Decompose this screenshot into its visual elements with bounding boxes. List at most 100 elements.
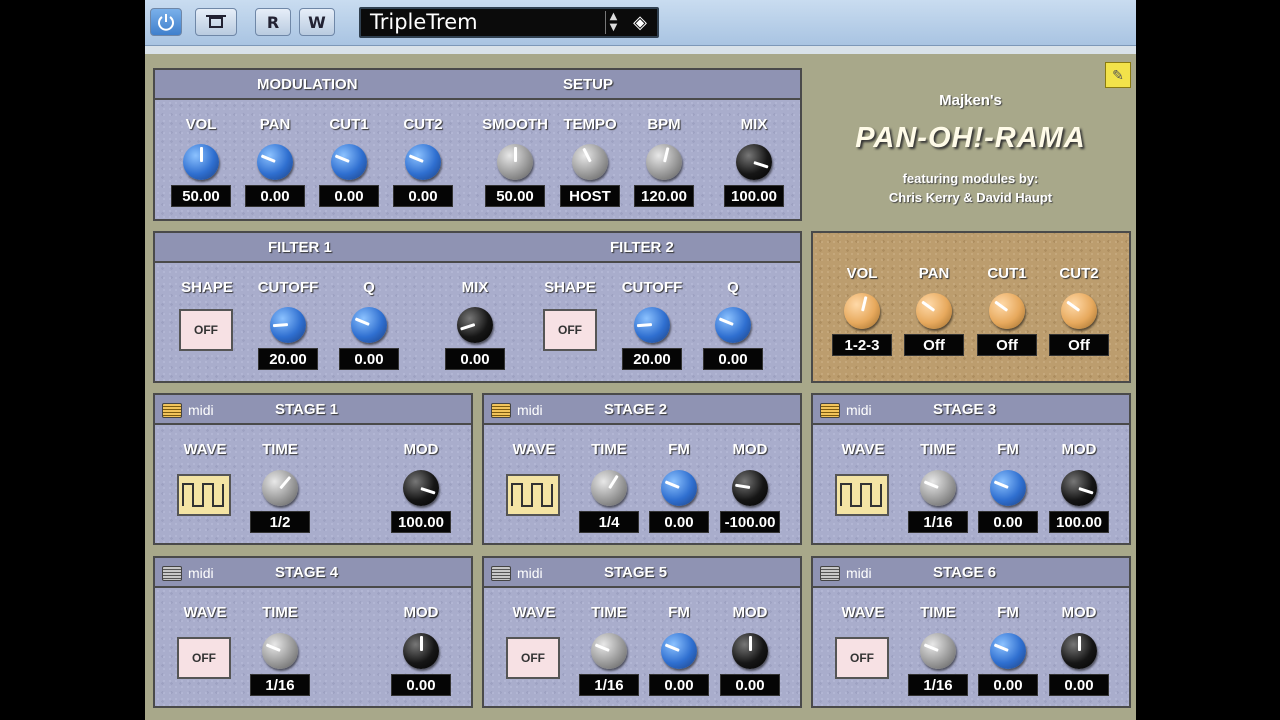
preset-menu-icon[interactable]: ◈ bbox=[629, 12, 651, 34]
stage-4-mod-knob[interactable] bbox=[403, 633, 439, 669]
stage-2-mod-knob[interactable] bbox=[732, 470, 768, 506]
mod-value-bpm-6: 120.00 bbox=[634, 185, 694, 207]
stage-3-fm-knob[interactable] bbox=[990, 470, 1026, 506]
power-button[interactable] bbox=[150, 8, 182, 36]
stage-2-time-knob[interactable] bbox=[591, 470, 627, 506]
stage-6-wave-button[interactable]: OFF bbox=[835, 637, 889, 679]
stage-6-mod-knob[interactable] bbox=[1061, 633, 1097, 669]
stage-3-time-value: 1/16 bbox=[908, 511, 968, 533]
stage-5-midi-toggle[interactable]: midi bbox=[491, 563, 543, 583]
mod-knob-vol-0-knob[interactable] bbox=[183, 144, 219, 180]
filter-value-cutoff-0: 20.00 bbox=[258, 348, 318, 370]
mod-knob-mix-7-knob[interactable] bbox=[736, 144, 772, 180]
mod-knob-smooth-4-knob[interactable] bbox=[497, 144, 533, 180]
bypass-button[interactable] bbox=[195, 8, 237, 36]
stage-6-fm-knob[interactable] bbox=[990, 633, 1026, 669]
brand-title: PAN-OH!-RAMA bbox=[855, 122, 1086, 154]
stage-3-time-knob[interactable] bbox=[920, 470, 956, 506]
stage-4-header: midi STAGE 4 bbox=[155, 558, 471, 588]
brand-credits: Chris Kerry & David Haupt bbox=[888, 190, 1053, 205]
mod-knob-bpm-6-indicator bbox=[663, 147, 669, 163]
mod-label-cut2-3: CUT2 bbox=[403, 116, 443, 133]
modulation-setup-panel: MODULATION SETUP VOL 50.00 PAN 0.00 CUT1 0.00… bbox=[153, 68, 802, 221]
stage-4-midi-toggle[interactable]: midi bbox=[162, 563, 214, 583]
stage-3-fm-label: FM bbox=[997, 441, 1019, 458]
filter-knob-q-1-indicator bbox=[354, 317, 370, 326]
filter-knob-cutoff-3-knob[interactable] bbox=[634, 307, 670, 343]
stage-1-mod-knob[interactable] bbox=[403, 470, 439, 506]
stage-5-fm-knob[interactable] bbox=[661, 633, 697, 669]
mod-value-smooth-4: 50.00 bbox=[485, 185, 545, 207]
stage-4-time-indicator bbox=[265, 643, 281, 652]
mod-knob-cut1-2-knob[interactable] bbox=[331, 144, 367, 180]
filter-value-q-1: 0.00 bbox=[339, 348, 399, 370]
stage-1-mod-value: 100.00 bbox=[391, 511, 451, 533]
filter-knob-mix-2-knob[interactable] bbox=[457, 307, 493, 343]
stage-2-wave-button[interactable] bbox=[506, 474, 560, 516]
shape1-button[interactable]: OFF bbox=[179, 309, 233, 351]
stage-2-fm-knob[interactable] bbox=[661, 470, 697, 506]
filter-knob-cutoff-0-knob[interactable] bbox=[270, 307, 306, 343]
stage-3-title: STAGE 3 bbox=[933, 401, 997, 418]
mod-knob-pan-1-knob[interactable] bbox=[257, 144, 293, 180]
mod-knob-cut2-3-knob[interactable] bbox=[405, 144, 441, 180]
write-button[interactable]: W bbox=[299, 8, 335, 36]
note-icon[interactable]: ✎ bbox=[1105, 62, 1131, 88]
stage-5-time-knob[interactable] bbox=[591, 633, 627, 669]
stage-3-fm-value: 0.00 bbox=[978, 511, 1038, 533]
stage-2-wave-label: WAVE bbox=[512, 441, 556, 458]
routing-label-vol-0: VOL bbox=[846, 265, 878, 282]
stage-3-wave-button[interactable] bbox=[835, 474, 889, 516]
stage-1-header: midi STAGE 1 bbox=[155, 395, 471, 425]
filter-label-mix-2: MIX bbox=[461, 279, 489, 296]
stage-6-header: midi STAGE 6 bbox=[813, 558, 1129, 588]
stage-5-wave-button[interactable]: OFF bbox=[506, 637, 560, 679]
stage-5-title: STAGE 5 bbox=[604, 564, 668, 581]
stage-3-mod-knob[interactable] bbox=[1061, 470, 1097, 506]
stage-5-mod-knob[interactable] bbox=[732, 633, 768, 669]
filter-knob-q-1-knob[interactable] bbox=[351, 307, 387, 343]
stage-4-mod-indicator bbox=[420, 636, 423, 651]
mod-knob-cut2-3-indicator bbox=[408, 154, 424, 163]
shape2-button[interactable]: OFF bbox=[543, 309, 597, 351]
mod-knob-bpm-6-knob[interactable] bbox=[646, 144, 682, 180]
midi-icon bbox=[820, 402, 840, 418]
stage-6-time-label: TIME bbox=[920, 604, 956, 621]
stage-3-time-indicator bbox=[923, 480, 939, 489]
stage-5-mod-value: 0.00 bbox=[720, 674, 780, 696]
preset-stepper-icon[interactable]: ▲ ▼ bbox=[605, 11, 621, 34]
midi-icon bbox=[820, 565, 840, 581]
stage-6-fm-value: 0.00 bbox=[978, 674, 1038, 696]
routing-knob-pan-1-knob[interactable] bbox=[916, 293, 952, 329]
stage-4-title: STAGE 4 bbox=[275, 564, 339, 581]
midi-icon bbox=[162, 565, 182, 581]
stage-1-time-knob[interactable] bbox=[262, 470, 298, 506]
mod-knob-tempo-5-knob[interactable] bbox=[572, 144, 608, 180]
preset-selector[interactable]: TripleTrem ▲ ▼ ◈ bbox=[359, 7, 659, 38]
mod-value-vol-0: 50.00 bbox=[171, 185, 231, 207]
stage-6-time-knob[interactable] bbox=[920, 633, 956, 669]
routing-knob-cut1-2-knob[interactable] bbox=[989, 293, 1025, 329]
stage-3-fm-indicator bbox=[993, 480, 1009, 489]
square-wave-icon bbox=[511, 483, 553, 507]
stage-5-header: midi STAGE 5 bbox=[484, 558, 800, 588]
stage-1-midi-toggle[interactable]: midi bbox=[162, 400, 214, 420]
routing-knob-vol-0-indicator bbox=[861, 296, 867, 312]
stage-3-midi-toggle[interactable]: midi bbox=[820, 400, 872, 420]
mod-value-tempo-5: HOST bbox=[560, 185, 620, 207]
read-button[interactable]: R bbox=[255, 8, 291, 36]
stage-4-time-knob[interactable] bbox=[262, 633, 298, 669]
stage-4-wave-button[interactable]: OFF bbox=[177, 637, 231, 679]
stage-2-fm-label: FM bbox=[668, 441, 690, 458]
stage-6-midi-toggle[interactable]: midi bbox=[820, 563, 872, 583]
bypass-icon bbox=[206, 15, 226, 28]
stage-2-mod-value: -100.00 bbox=[720, 511, 780, 533]
filter-knob-q-4-knob[interactable] bbox=[715, 307, 751, 343]
filter-label-q-4: Q bbox=[727, 279, 739, 296]
routing-knob-vol-0-knob[interactable] bbox=[844, 293, 880, 329]
square-wave-icon bbox=[840, 483, 882, 507]
stage-1-wave-button[interactable] bbox=[177, 474, 231, 516]
stage-5-fm-value: 0.00 bbox=[649, 674, 709, 696]
routing-knob-cut2-3-knob[interactable] bbox=[1061, 293, 1097, 329]
stage-2-midi-toggle[interactable]: midi bbox=[491, 400, 543, 420]
